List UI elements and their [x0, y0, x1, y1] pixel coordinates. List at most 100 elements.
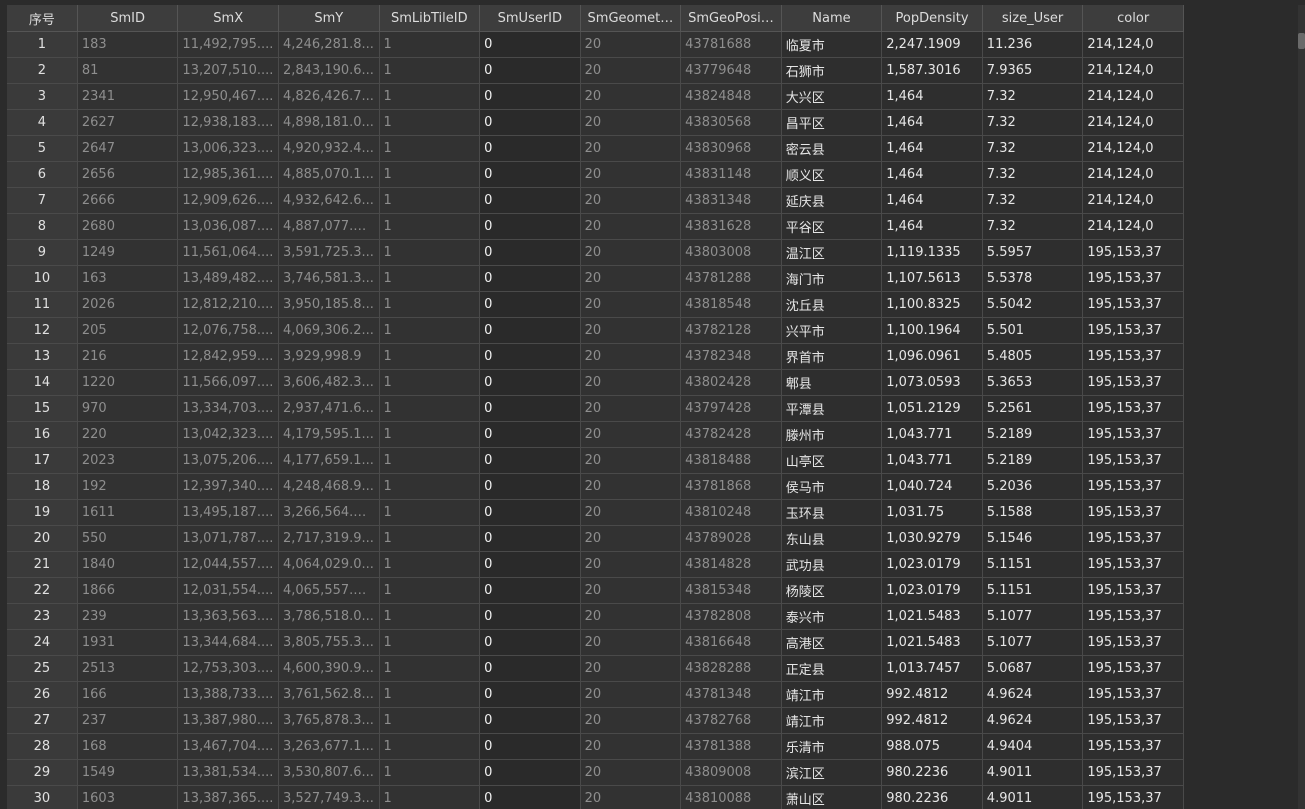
table-cell[interactable]: 石狮市	[781, 57, 883, 84]
table-cell[interactable]: 0	[479, 525, 581, 552]
table-cell[interactable]: 20	[580, 83, 682, 110]
table-cell[interactable]: 兴平市	[781, 317, 883, 344]
table-cell[interactable]: 192	[77, 473, 179, 500]
table-cell[interactable]: 7.32	[982, 83, 1084, 110]
table-cell[interactable]: 1	[379, 343, 481, 370]
column-header[interactable]: SmX	[177, 5, 279, 32]
table-cell[interactable]: 山亭区	[781, 447, 883, 474]
table-cell[interactable]: 214,124,0	[1082, 83, 1184, 110]
table-cell[interactable]: 1,464	[881, 135, 983, 162]
table-row[interactable]: 4 2627 12,938,183.... 4,898,181.0... 1 0 20 438…	[7, 109, 1184, 136]
table-cell[interactable]: 3,765,878.3...	[278, 707, 380, 734]
table-cell[interactable]: 166	[77, 681, 179, 708]
table-cell[interactable]: 1	[379, 603, 481, 630]
table-cell[interactable]: 43782428	[680, 421, 782, 448]
row-index-cell[interactable]: 7	[7, 187, 78, 214]
table-cell[interactable]: 3,805,755.3...	[278, 629, 380, 656]
table-cell[interactable]: 1,464	[881, 83, 983, 110]
table-cell[interactable]: 1	[379, 473, 481, 500]
row-index-cell[interactable]: 1	[7, 31, 78, 58]
table-cell[interactable]: 5.4805	[982, 343, 1084, 370]
table-cell[interactable]: 195,153,37	[1082, 577, 1184, 604]
table-cell[interactable]: 195,153,37	[1082, 317, 1184, 344]
table-row[interactable]: 15 970 13,334,703.... 2,937,471.6... 1 0 20 437…	[7, 395, 1184, 422]
table-cell[interactable]: 1,107.5613	[881, 265, 983, 292]
table-cell[interactable]: 7.32	[982, 187, 1084, 214]
table-cell[interactable]: 12,842,959....	[177, 343, 279, 370]
table-cell[interactable]: 郫县	[781, 369, 883, 396]
table-cell[interactable]: 0	[479, 395, 581, 422]
table-cell[interactable]: 4,065,557.713	[278, 577, 380, 604]
table-cell[interactable]: 20	[580, 343, 682, 370]
table-cell[interactable]: 4.9624	[982, 707, 1084, 734]
table-cell[interactable]: 大兴区	[781, 83, 883, 110]
table-row[interactable]: 24 1931 13,344,684.... 3,805,755.3... 1 0 20 43…	[7, 629, 1184, 656]
table-row[interactable]: 22 1866 12,031,554.... 4,065,557.713 1 0 20 438…	[7, 577, 1184, 604]
table-cell[interactable]: 4,069,306.2...	[278, 317, 380, 344]
table-cell[interactable]: 2023	[77, 447, 179, 474]
table-cell[interactable]: 550	[77, 525, 179, 552]
row-index-cell[interactable]: 25	[7, 655, 78, 682]
table-cell[interactable]: 2513	[77, 655, 179, 682]
table-cell[interactable]: 0	[479, 265, 581, 292]
table-cell[interactable]: 滕州市	[781, 421, 883, 448]
table-cell[interactable]: 4,826,426.7...	[278, 83, 380, 110]
table-cell[interactable]: 1	[379, 161, 481, 188]
table-cell[interactable]: 1549	[77, 759, 179, 786]
table-cell[interactable]: 1	[379, 317, 481, 344]
table-cell[interactable]: 43782348	[680, 343, 782, 370]
table-cell[interactable]: 3,929,998.9	[278, 343, 380, 370]
table-row[interactable]: 17 2023 13,075,206.... 4,177,659.1... 1 0 20 43…	[7, 447, 1184, 474]
table-cell[interactable]: 1	[379, 265, 481, 292]
table-cell[interactable]: 泰兴市	[781, 603, 883, 630]
table-cell[interactable]: 43797428	[680, 395, 782, 422]
table-cell[interactable]: 195,153,37	[1082, 785, 1184, 809]
table-cell[interactable]: 1,043.771	[881, 421, 983, 448]
table-cell[interactable]: 1	[379, 57, 481, 84]
table-cell[interactable]: 13,363,563....	[177, 603, 279, 630]
table-cell[interactable]: 1,587.3016	[881, 57, 983, 84]
table-cell[interactable]: 4.9624	[982, 681, 1084, 708]
row-index-cell[interactable]: 6	[7, 161, 78, 188]
table-cell[interactable]: 195,153,37	[1082, 421, 1184, 448]
column-header[interactable]: 序号	[7, 5, 78, 32]
table-cell[interactable]: 214,124,0	[1082, 187, 1184, 214]
table-cell[interactable]: 东山县	[781, 525, 883, 552]
table-cell[interactable]: 4,179,595.1...	[278, 421, 380, 448]
row-index-cell[interactable]: 18	[7, 473, 78, 500]
table-cell[interactable]: 侯马市	[781, 473, 883, 500]
table-cell[interactable]: 3,527,749.3...	[278, 785, 380, 809]
table-cell[interactable]: 43782808	[680, 603, 782, 630]
table-cell[interactable]: 195,153,37	[1082, 473, 1184, 500]
table-cell[interactable]: 1866	[77, 577, 179, 604]
table-cell[interactable]: 3,263,677.1...	[278, 733, 380, 760]
table-cell[interactable]: 1,040.724	[881, 473, 983, 500]
table-cell[interactable]: 970	[77, 395, 179, 422]
table-row[interactable]: 27 237 13,387,980.... 3,765,878.3... 1 0 20 437…	[7, 707, 1184, 734]
table-cell[interactable]: 2,843,190.6...	[278, 57, 380, 84]
table-row[interactable]: 25 2513 12,753,303.... 4,600,390.9... 1 0 20 43…	[7, 655, 1184, 682]
table-cell[interactable]: 195,153,37	[1082, 759, 1184, 786]
row-index-cell[interactable]: 20	[7, 525, 78, 552]
table-cell[interactable]: 1611	[77, 499, 179, 526]
table-cell[interactable]: 12,950,467....	[177, 83, 279, 110]
table-cell[interactable]: 5.1077	[982, 603, 1084, 630]
column-header[interactable]: PopDensity	[881, 5, 983, 32]
row-index-cell[interactable]: 19	[7, 499, 78, 526]
table-cell[interactable]: 5.1151	[982, 551, 1084, 578]
table-cell[interactable]: 20	[580, 135, 682, 162]
table-cell[interactable]: 12,044,557....	[177, 551, 279, 578]
row-index-cell[interactable]: 3	[7, 83, 78, 110]
table-cell[interactable]: 20	[580, 759, 682, 786]
table-cell[interactable]: 2647	[77, 135, 179, 162]
table-cell[interactable]: 168	[77, 733, 179, 760]
table-cell[interactable]: 临夏市	[781, 31, 883, 58]
row-index-cell[interactable]: 14	[7, 369, 78, 396]
table-cell[interactable]: 0	[479, 31, 581, 58]
table-cell[interactable]: 1	[379, 785, 481, 809]
table-cell[interactable]: 5.1546	[982, 525, 1084, 552]
table-cell[interactable]: 12,812,210....	[177, 291, 279, 318]
table-cell[interactable]: 20	[580, 161, 682, 188]
row-index-cell[interactable]: 8	[7, 213, 78, 240]
table-cell[interactable]: 992.4812	[881, 681, 983, 708]
